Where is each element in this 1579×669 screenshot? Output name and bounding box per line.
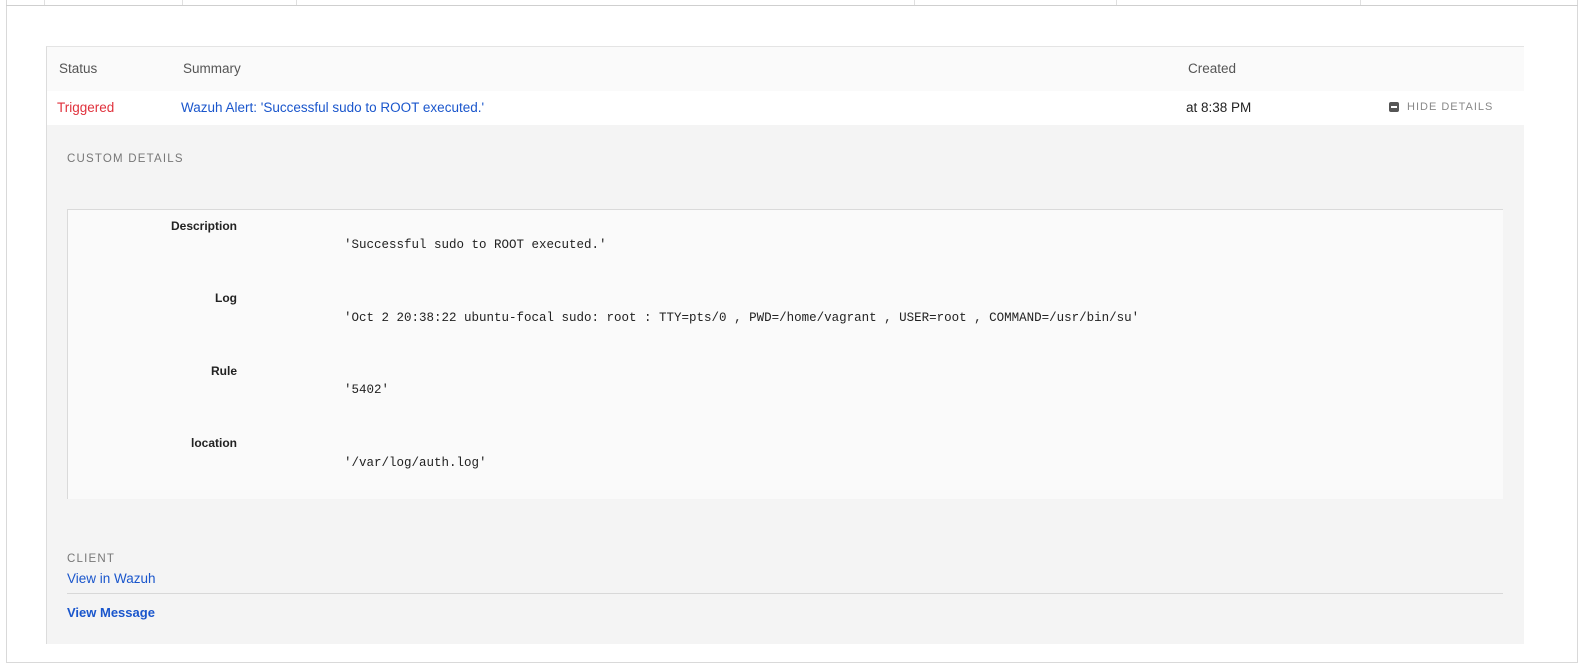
hide-details-button[interactable]: HIDE DETAILS bbox=[1389, 101, 1493, 113]
column-divider bbox=[1116, 0, 1117, 5]
status-badge: Triggered bbox=[57, 100, 115, 115]
detail-key-description: Description bbox=[170, 219, 237, 233]
alerts-table: Status Summary Created Triggered Wazuh A… bbox=[46, 46, 1524, 644]
table-row: Triggered Wazuh Alert: 'Successful sudo … bbox=[47, 91, 1524, 125]
client-heading: CLIENT bbox=[67, 553, 116, 565]
detail-value-description: 'Successful sudo to ROOT executed.' bbox=[344, 238, 607, 252]
detail-key-log: Log bbox=[215, 291, 237, 305]
view-message-link[interactable]: View Message bbox=[67, 605, 155, 620]
minus-square-icon bbox=[1389, 102, 1399, 112]
top-table-edge bbox=[6, 0, 1578, 6]
column-divider bbox=[1360, 0, 1361, 5]
hide-details-label: HIDE DETAILS bbox=[1407, 101, 1494, 113]
column-divider bbox=[296, 0, 297, 5]
detail-key-rule: Rule bbox=[210, 364, 237, 378]
detail-value-log: 'Oct 2 20:38:22 ubuntu-focal sudo: root … bbox=[344, 311, 1140, 325]
alert-summary-link[interactable]: Wazuh Alert: 'Successful sudo to ROOT ex… bbox=[181, 100, 484, 115]
header-status: Status bbox=[59, 61, 98, 76]
detail-value-rule: '5402' bbox=[344, 383, 390, 397]
detail-key-location: location bbox=[190, 436, 237, 450]
created-time: at 8:38 PM bbox=[1186, 100, 1252, 115]
custom-details-box: Description 'Successful sudo to ROOT exe… bbox=[67, 209, 1503, 499]
custom-details-heading: CUSTOM DETAILS bbox=[67, 153, 184, 165]
column-divider bbox=[182, 0, 183, 5]
header-summary: Summary bbox=[183, 61, 241, 76]
table-header: Status Summary Created bbox=[47, 47, 1524, 91]
header-created: Created bbox=[1188, 61, 1237, 76]
column-divider bbox=[914, 0, 915, 5]
detail-value-location: '/var/log/auth.log' bbox=[344, 456, 487, 470]
divider bbox=[67, 593, 1503, 594]
column-divider bbox=[44, 0, 45, 5]
view-in-wazuh-link[interactable]: View in Wazuh bbox=[67, 571, 156, 586]
